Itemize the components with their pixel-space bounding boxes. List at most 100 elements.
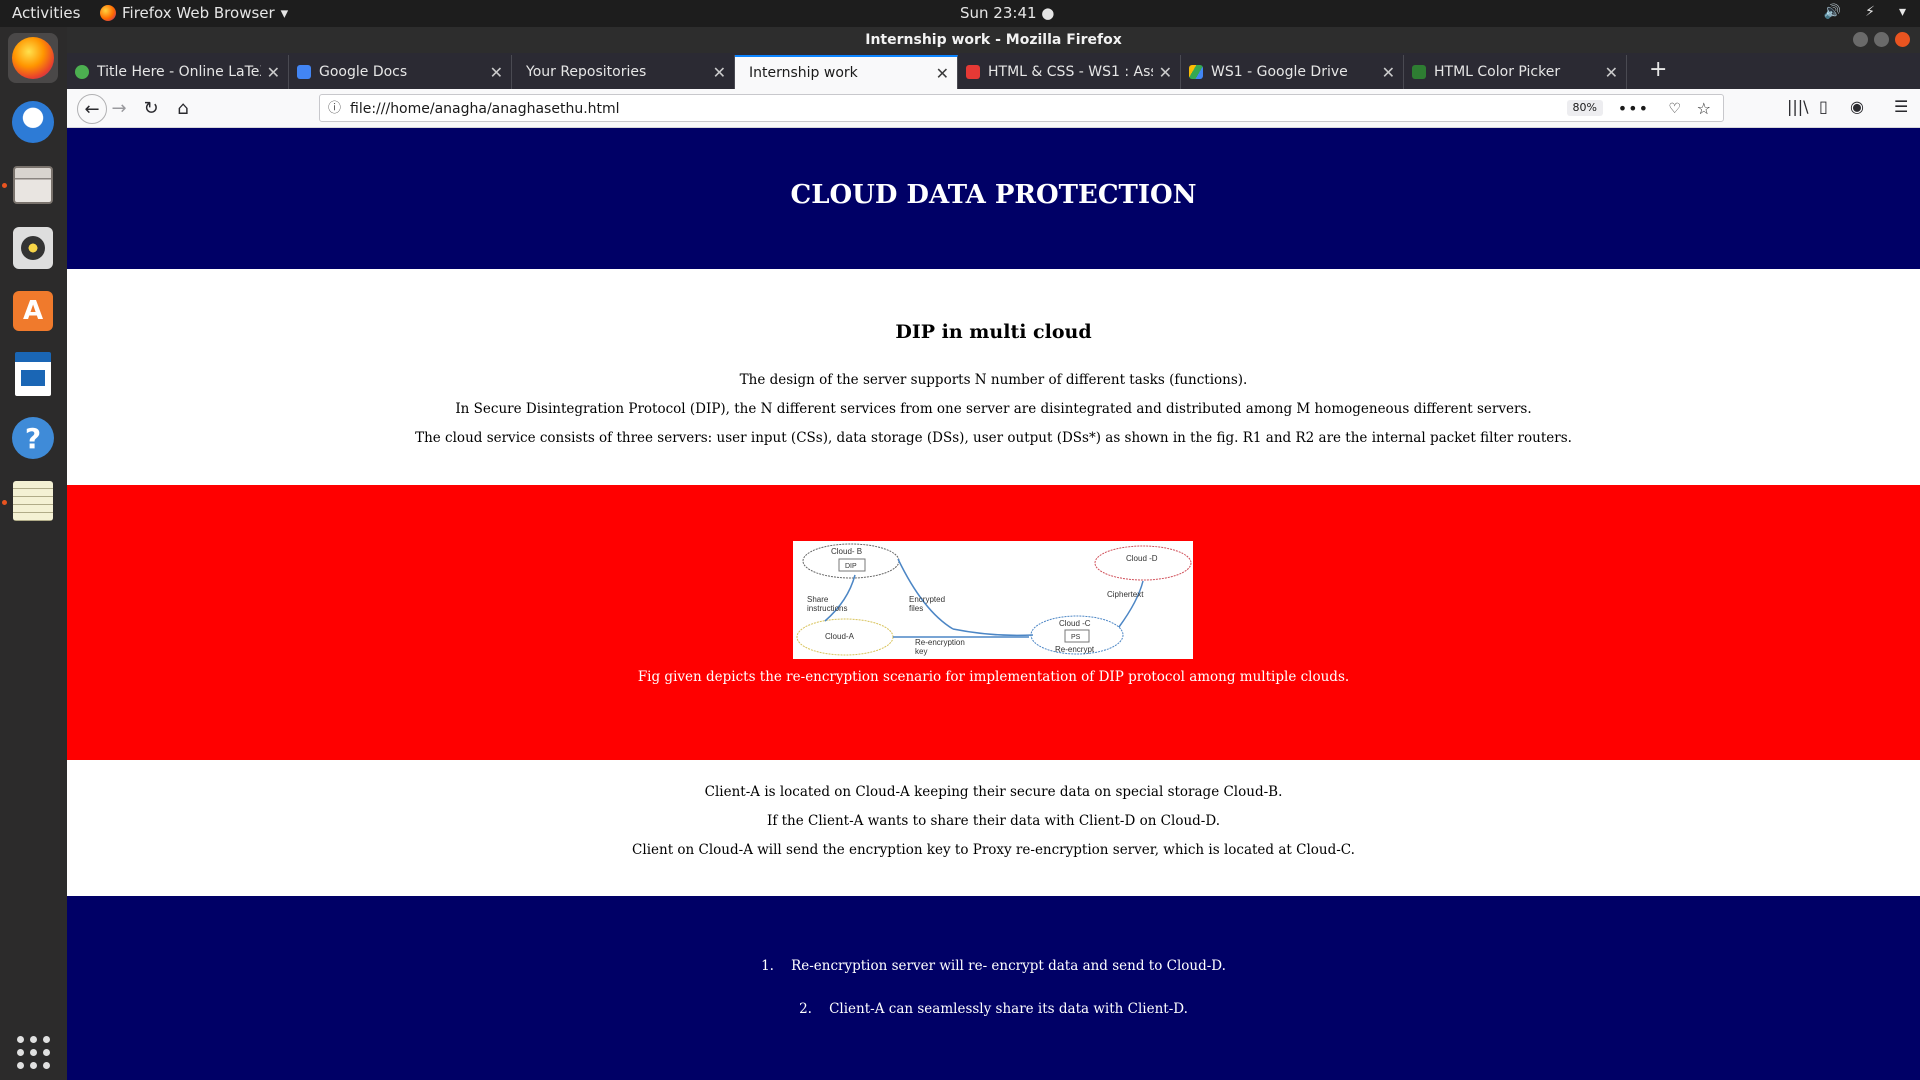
diagram-label: key <box>915 647 927 656</box>
maximize-button[interactable] <box>1874 32 1889 47</box>
library-icon[interactable]: |||\ <box>1787 97 1809 116</box>
list-text: Client-A can seamlessly share its data w… <box>829 1001 1188 1017</box>
dock-thunderbird[interactable] <box>8 97 58 147</box>
tab-repositories[interactable]: Your Repositories ✕ <box>512 55 735 89</box>
dock-help[interactable]: ? <box>8 413 58 463</box>
diagram-label: instructions <box>807 604 847 613</box>
dock-firefox[interactable] <box>8 33 58 83</box>
dock-show-apps[interactable] <box>8 1027 58 1077</box>
list-number: 2. <box>799 1001 812 1017</box>
activities-button[interactable]: Activities <box>12 4 80 22</box>
firefox-icon <box>12 37 54 79</box>
chevron-down-icon: ▾ <box>280 4 289 22</box>
diagram-label: Cloud -C <box>1059 619 1091 628</box>
dock-software[interactable]: A <box>8 286 58 336</box>
close-tab-icon[interactable]: ✕ <box>267 63 280 82</box>
google-drive-icon <box>1189 65 1203 79</box>
diagram-label: Cloud- B <box>831 547 862 556</box>
page-actions-icon[interactable]: ••• <box>1618 95 1649 123</box>
tab-latex[interactable]: Title Here - Online LaTeX ✕ <box>67 55 289 89</box>
running-indicator <box>2 500 7 505</box>
list-item: 1. Re-encryption server will re- encrypt … <box>67 958 1920 974</box>
tab-google-docs[interactable]: Google Docs ✕ <box>289 55 512 89</box>
home-button[interactable]: ⌂ <box>171 96 195 120</box>
back-button[interactable]: ← <box>77 94 107 124</box>
tab-label: Google Docs <box>319 64 408 80</box>
clients-section: Client-A is located on Cloud-A keeping t… <box>67 760 1920 896</box>
pocket-icon[interactable]: ♡ <box>1668 95 1681 123</box>
share-arrow <box>824 574 856 622</box>
thunderbird-icon <box>12 101 54 143</box>
close-tab-icon[interactable]: ✕ <box>1382 63 1395 82</box>
close-tab-icon[interactable]: ✕ <box>490 63 503 82</box>
intro-paragraph: In Secure Disintegration Protocol (DIP),… <box>455 401 1532 417</box>
zoom-level-badge[interactable]: 80% <box>1566 100 1603 116</box>
battery-icon: ⚡ <box>1865 4 1875 20</box>
diagram-label: Share <box>807 595 829 604</box>
diagram-label: Ciphertext <box>1107 590 1144 599</box>
window-title: Internship work - Mozilla Firefox <box>865 32 1122 48</box>
volume-icon: 🔊 <box>1823 4 1842 20</box>
list-number: 1. <box>761 958 774 974</box>
url-bar[interactable]: ⓘ file:///home/anagha/anaghasethu.html 8… <box>319 94 1724 122</box>
diagram-label: DIP <box>845 563 857 570</box>
tab-label: Your Repositories <box>526 64 647 80</box>
firefox-icon <box>100 5 116 21</box>
section-heading: DIP in multi cloud <box>895 321 1092 343</box>
clock[interactable]: Sun 23:41 ● <box>960 4 1054 22</box>
minimize-button[interactable] <box>1853 32 1868 47</box>
sidebar-icon[interactable]: ▯ <box>1819 97 1828 116</box>
writer-icon <box>15 352 51 396</box>
dip-diagram-image: Cloud- B DIP Cloud -D Ciphertext Share i… <box>793 541 1193 659</box>
list-text: Re-encryption server will re- encrypt da… <box>791 958 1226 974</box>
reload-button[interactable]: ↻ <box>139 96 163 120</box>
tab-label: Title Here - Online LaTeX <box>97 64 261 80</box>
w3schools-icon <box>1412 65 1426 79</box>
text-editor-icon <box>13 481 53 521</box>
dock-writer[interactable] <box>8 349 58 399</box>
system-top-bar: Activities Firefox Web Browser ▾ Sun 23:… <box>0 0 1920 27</box>
app-menu-label: Firefox Web Browser <box>122 4 275 22</box>
app-menu[interactable]: Firefox Web Browser ▾ <box>100 4 288 22</box>
ciphertext-arrow <box>1118 580 1144 628</box>
close-tab-icon[interactable]: ✕ <box>713 63 726 82</box>
url-text[interactable]: file:///home/anagha/anaghasethu.html <box>350 95 620 123</box>
navigation-toolbar: ← → ↻ ⌂ ⓘ file:///home/anagha/anaghaseth… <box>67 89 1920 128</box>
to-cloud-c-arrow <box>952 628 1034 637</box>
help-icon: ? <box>12 417 54 459</box>
page-title: CLOUD DATA PROTECTION <box>790 180 1197 210</box>
diagram-label: Cloud -D <box>1126 554 1158 563</box>
account-icon[interactable]: ◉ <box>1850 97 1864 116</box>
cloud-d-shape <box>1094 545 1192 581</box>
page-content: CLOUD DATA PROTECTION DIP in multi cloud… <box>67 128 1920 1080</box>
running-indicator <box>2 183 7 188</box>
site-info-icon[interactable]: ⓘ <box>328 95 341 123</box>
app-grid-icon <box>16 1035 50 1069</box>
power-menu-icon: ▾ <box>1898 4 1906 20</box>
list-item: 2. Client-A can seamlessly share its data… <box>67 1001 1920 1017</box>
diagram-label: PS <box>1071 634 1081 641</box>
diagram-label: files <box>909 604 923 613</box>
hamburger-menu-icon[interactable]: ☰ <box>1894 97 1908 116</box>
close-window-button[interactable] <box>1895 32 1910 47</box>
dock-files[interactable] <box>8 160 58 210</box>
tab-label: Internship work <box>749 65 858 81</box>
encrypted-files-arrow <box>897 558 954 630</box>
close-tab-icon[interactable]: ✕ <box>936 64 949 83</box>
figure-caption: Fig given depicts the re-encryption scen… <box>637 669 1350 685</box>
tab-label: HTML Color Picker <box>1434 64 1561 80</box>
tab-internship-work[interactable]: Internship work ✕ <box>735 55 958 89</box>
tab-html-css-assignment[interactable]: HTML & CSS - WS1 : Assig ✕ <box>958 55 1181 89</box>
dock-rhythmbox[interactable] <box>8 223 58 273</box>
close-tab-icon[interactable]: ✕ <box>1605 63 1618 82</box>
forward-button[interactable]: → <box>107 96 131 120</box>
close-tab-icon[interactable]: ✕ <box>1159 63 1172 82</box>
tab-google-drive[interactable]: WS1 - Google Drive ✕ <box>1181 55 1404 89</box>
clients-paragraph: Client-A is located on Cloud-A keeping t… <box>704 784 1283 800</box>
dock-text-editor[interactable] <box>8 476 58 526</box>
bookmark-star-icon[interactable]: ☆ <box>1697 95 1711 123</box>
system-tray[interactable]: 🔊 ⚡ ▾ <box>1824 4 1906 20</box>
rhythmbox-icon <box>13 227 53 269</box>
new-tab-button[interactable]: + <box>1649 57 1667 82</box>
tab-html-color-picker[interactable]: HTML Color Picker ✕ <box>1404 55 1627 89</box>
